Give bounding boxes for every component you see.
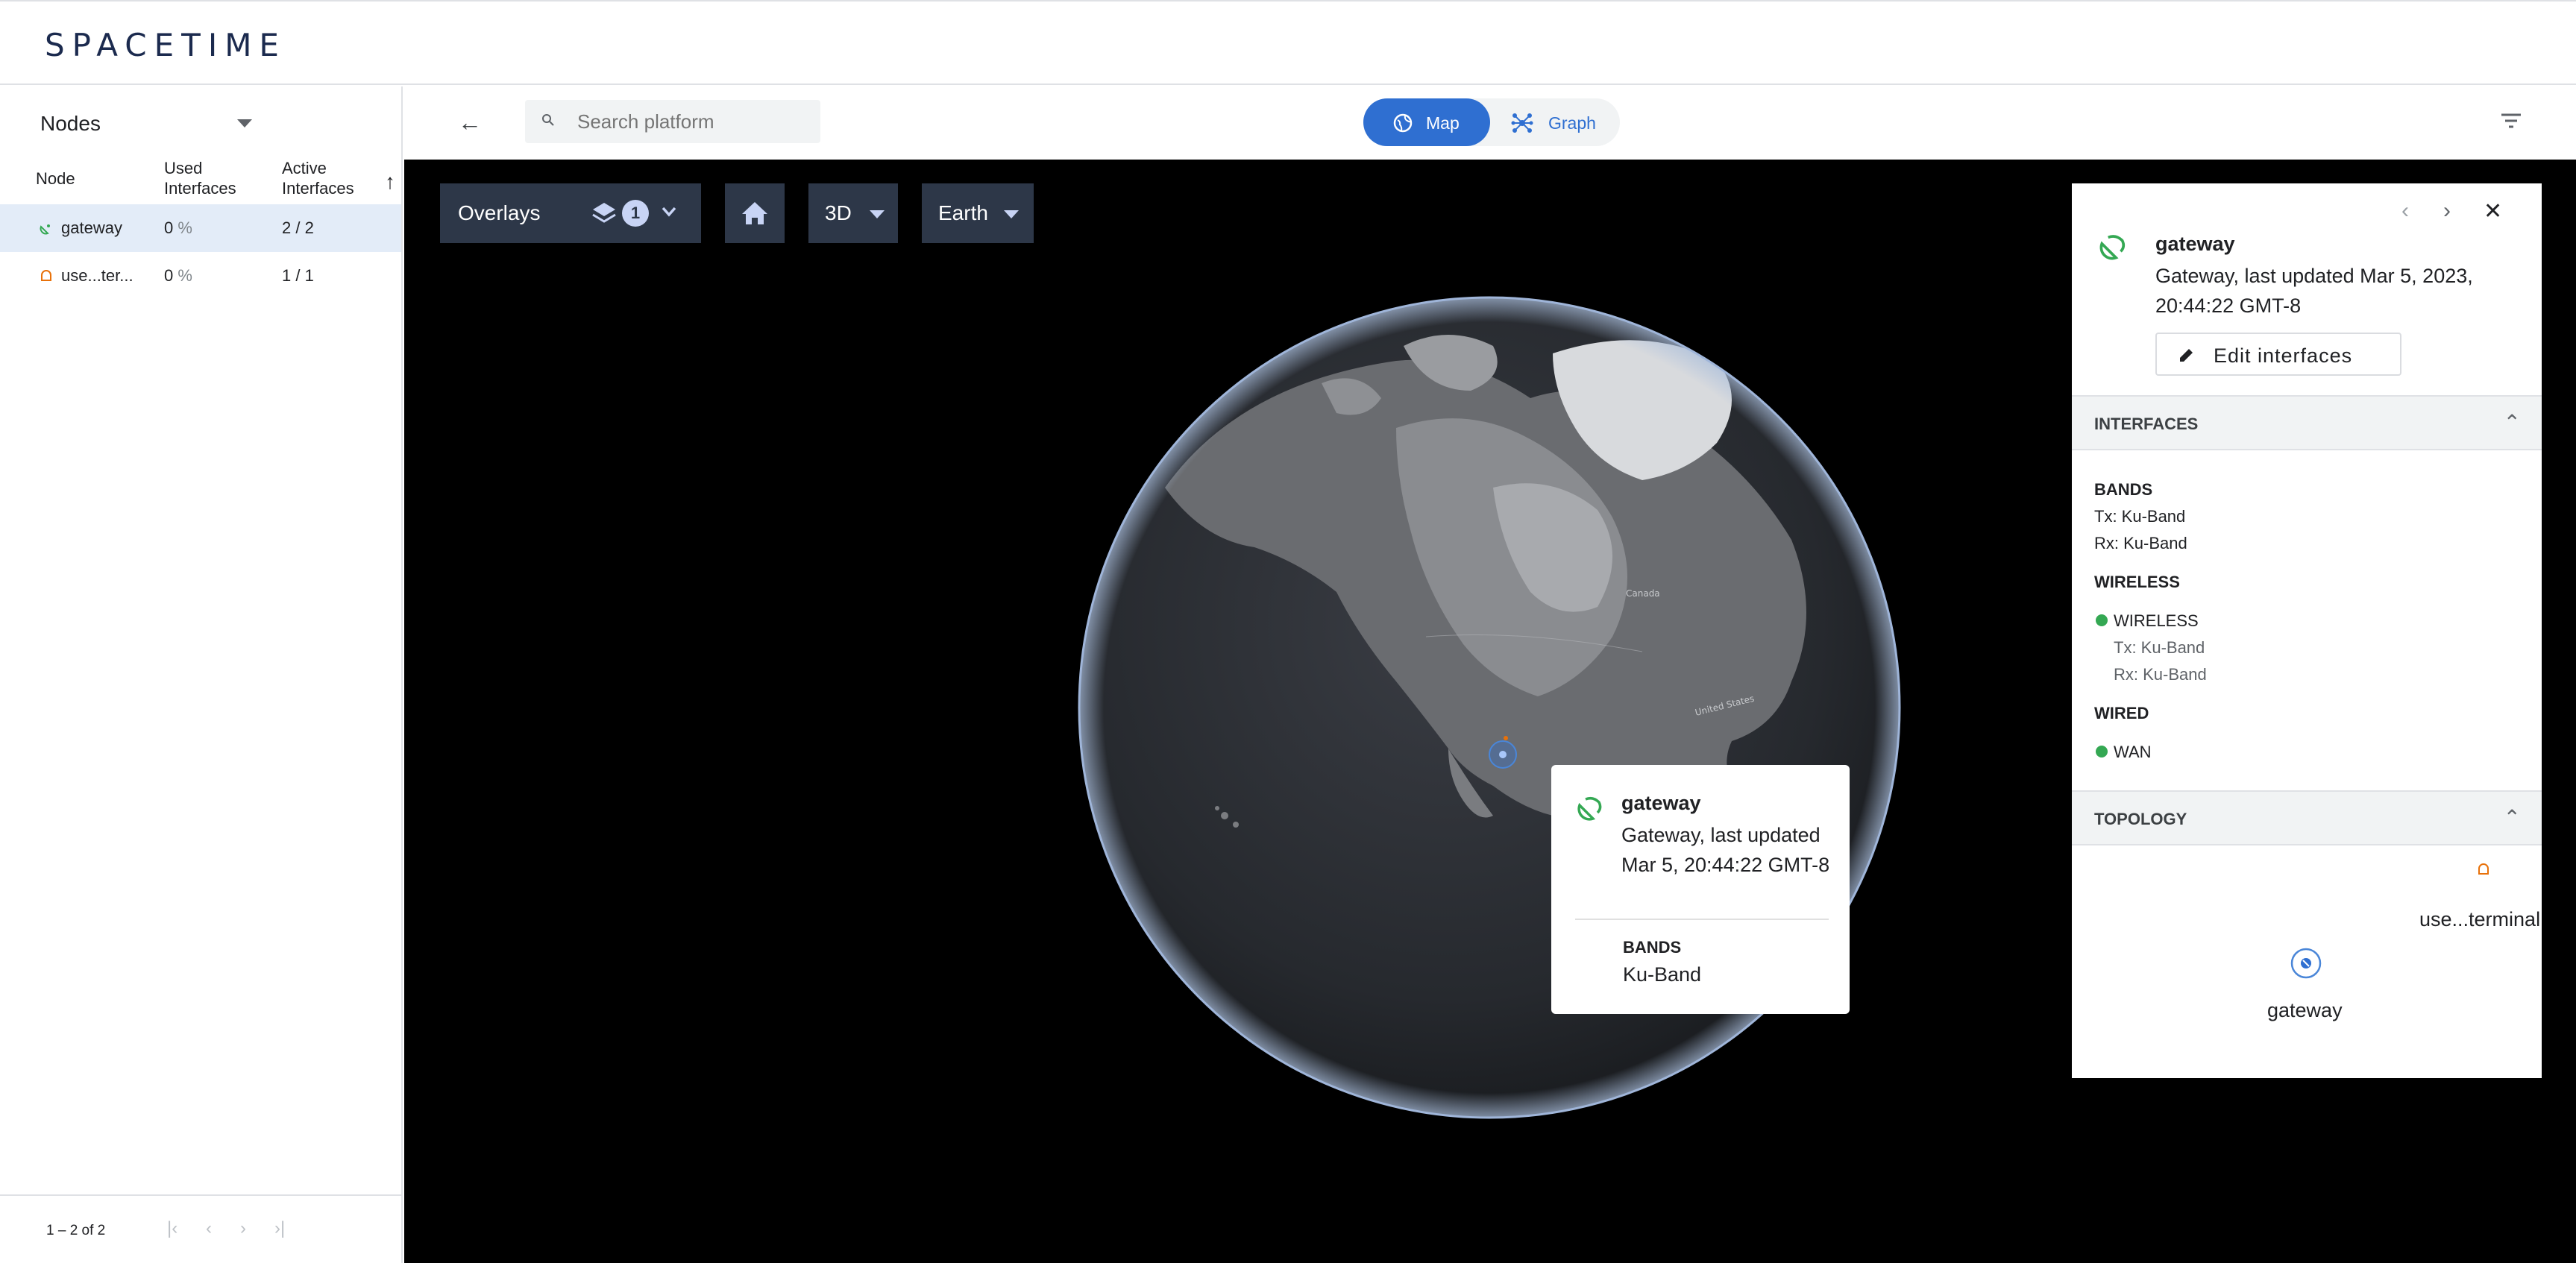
paginator: 1 – 2 of 2 |‹ ‹ › ›|	[0, 1194, 401, 1263]
map-view-button[interactable]: Map	[1363, 98, 1490, 146]
gateway-dish-icon	[1577, 796, 1602, 821]
graph-view-button[interactable]: Graph	[1490, 98, 1620, 146]
nodes-dropdown-caret-icon[interactable]	[237, 119, 252, 127]
active-interfaces-value: 2 / 2	[282, 218, 314, 237]
spacetime-logo[interactable]: SPACETIME	[45, 27, 286, 63]
popup-bands-label: BANDS	[1623, 938, 1682, 957]
wired-interface-name[interactable]: WAN	[2114, 743, 2152, 762]
user-terminal-icon	[41, 270, 51, 281]
graph-view-label: Graph	[1548, 113, 1596, 133]
map-view-label: Map	[1426, 113, 1460, 133]
gateway-dish-icon	[40, 224, 50, 235]
view-mode-dropdown[interactable]: 3D	[808, 183, 898, 243]
popup-subtitle: Gateway, last updated Mar 5, 20:44:22 GM…	[1621, 824, 1830, 876]
bands-rx: Rx: Ku-Band	[2094, 534, 2187, 552]
topology-header-label: TOPOLOGY	[2094, 810, 2187, 828]
globe-icon	[1393, 113, 1413, 133]
search-icon	[542, 114, 554, 126]
node-details-panel: ‹ › ✕ gateway Gateway, last updated Mar …	[2072, 183, 2542, 1078]
panel-subtitle: Gateway, last updated Mar 5, 2023, 20:44…	[2155, 265, 2473, 317]
graph-network-icon	[1511, 113, 1533, 133]
wireless-label: WIRELESS	[2094, 573, 2180, 591]
sort-ascending-arrow-icon[interactable]: ↑	[385, 170, 395, 194]
overlays-label: Overlays	[458, 201, 541, 224]
active-interfaces-value: 1 / 1	[282, 266, 314, 285]
popup-divider	[1575, 919, 1829, 920]
used-interfaces-value: 0 %	[164, 266, 192, 285]
last-page-icon[interactable]: ›|	[274, 1218, 285, 1239]
search-input[interactable]	[577, 110, 808, 133]
close-icon[interactable]: ✕	[2484, 198, 2502, 224]
topology-section-header[interactable]: TOPOLOGY ⌃	[2072, 790, 2542, 845]
column-header-node[interactable]: Node	[36, 168, 75, 189]
panel-title: gateway	[2155, 233, 2235, 255]
view-toggle: Map Graph	[1363, 98, 1620, 146]
previous-page-icon[interactable]: ‹	[206, 1218, 212, 1239]
app-header: SPACETIME	[0, 0, 2576, 85]
topology-terminal-label: use...terminal	[2419, 908, 2541, 930]
topology-gateway-label: gateway	[2267, 999, 2343, 1021]
interfaces-header-label: INTERFACES	[2094, 415, 2199, 433]
terminal-map-marker[interactable]	[1504, 736, 1508, 740]
bands-label: BANDS	[2094, 480, 2153, 499]
wireless-rx: Rx: Ku-Band	[2114, 665, 2207, 684]
caret-down-icon	[1004, 210, 1019, 218]
page-range-label: 1 – 2 of 2	[46, 1223, 106, 1238]
chevron-up-icon: ⌃	[2503, 411, 2521, 434]
next-page-icon[interactable]: ›	[240, 1218, 246, 1239]
table-row[interactable]: gateway 0 % 2 / 2	[0, 204, 401, 252]
previous-node-icon[interactable]: ‹	[2401, 198, 2409, 224]
search-box[interactable]	[525, 100, 820, 143]
wired-label: WIRED	[2094, 704, 2149, 722]
edit-interfaces-button[interactable]: Edit interfaces	[2155, 333, 2401, 376]
status-dot	[2096, 614, 2108, 626]
back-arrow-icon[interactable]: ←	[458, 109, 482, 136]
used-interfaces-value: 0 %	[164, 218, 192, 237]
popup-bands-value: Ku-Band	[1623, 963, 1702, 986]
next-node-icon[interactable]: ›	[2443, 198, 2451, 224]
chevron-down-icon	[662, 207, 676, 217]
column-header-used-interfaces[interactable]: Used Interfaces	[164, 158, 261, 198]
overlays-control[interactable]: Overlays 1	[440, 183, 701, 243]
overlays-count-badge: 1	[622, 200, 649, 227]
home-view-button[interactable]	[725, 183, 785, 243]
nodes-sidebar: Nodes Node Used Interfaces Active Interf…	[0, 86, 403, 1263]
map-label-canada: Canada	[1626, 588, 1660, 599]
node-name: gateway	[61, 218, 122, 237]
edit-interfaces-label: Edit interfaces	[2214, 344, 2353, 367]
celestial-body-dropdown[interactable]: Earth	[922, 183, 1034, 243]
table-row[interactable]: use...ter... 0 % 1 / 1	[0, 252, 401, 300]
top-toolbar: ← Map Graph	[404, 86, 2576, 160]
chevron-up-icon: ⌃	[2503, 806, 2521, 829]
celestial-body-label: Earth	[938, 201, 988, 224]
node-name: use...ter...	[61, 266, 133, 285]
gateway-hover-popup: gateway Gateway, last updated Mar 5, 20:…	[1551, 765, 1850, 1014]
pencil-icon	[2180, 349, 2193, 362]
layers-icon	[592, 203, 616, 223]
bands-tx: Tx: Ku-Band	[2094, 507, 2186, 526]
status-dot	[2096, 746, 2108, 758]
wireless-tx: Tx: Ku-Band	[2114, 638, 2205, 657]
column-header-active-interfaces[interactable]: Active Interfaces	[282, 158, 379, 198]
interfaces-section-header[interactable]: INTERFACES ⌃	[2072, 395, 2542, 450]
wireless-interface-name[interactable]: WIRELESS	[2114, 611, 2199, 631]
caret-down-icon	[870, 210, 885, 218]
topology-gateway-node[interactable]	[2290, 947, 2322, 980]
filter-icon[interactable]	[2500, 112, 2522, 130]
gateway-map-marker[interactable]	[1489, 740, 1517, 769]
user-terminal-icon[interactable]	[2476, 862, 2491, 877]
home-icon	[742, 202, 767, 224]
first-page-icon[interactable]: |‹	[167, 1218, 178, 1239]
gateway-dish-icon	[2099, 235, 2126, 260]
popup-title: gateway	[1621, 792, 1701, 814]
view-mode-label: 3D	[825, 201, 852, 224]
nodes-dropdown-label[interactable]: Nodes	[40, 112, 101, 136]
